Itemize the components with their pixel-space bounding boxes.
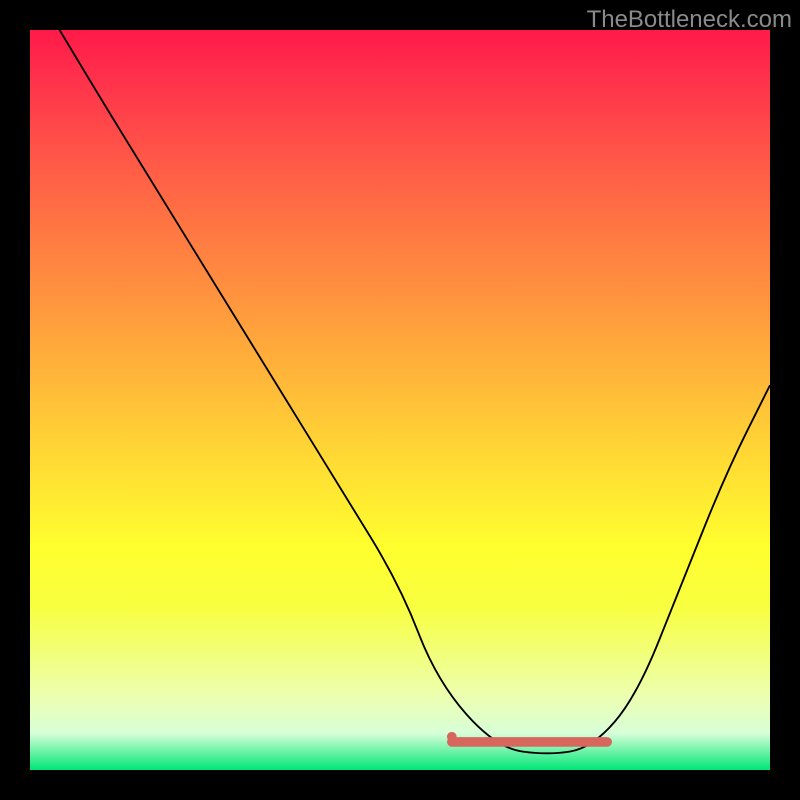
- bottleneck-curve-path: [60, 30, 770, 753]
- chart-container: TheBottleneck.com: [0, 0, 800, 800]
- curve-svg: [30, 30, 770, 770]
- plot-area: [30, 30, 770, 770]
- marker-dot: [447, 732, 457, 742]
